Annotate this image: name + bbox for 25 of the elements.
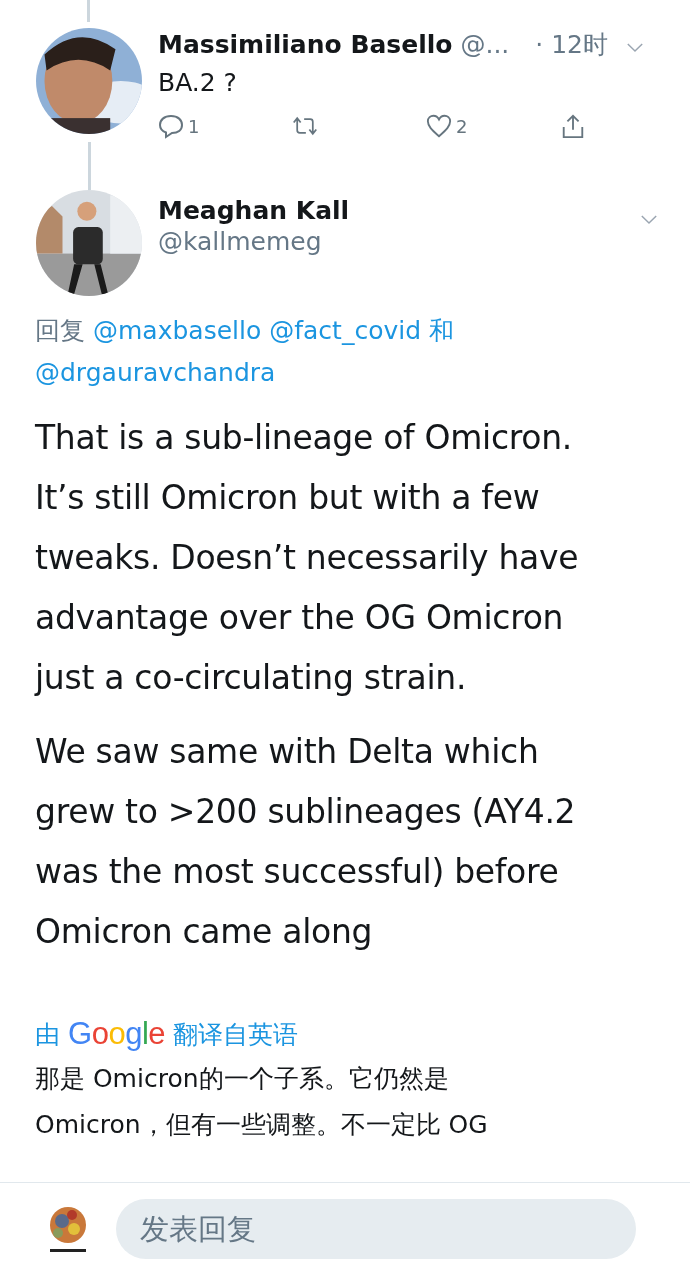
user-name: Meaghan Kall: [158, 196, 350, 225]
translation-label: 翻译自英语: [173, 1018, 298, 1051]
tweet-text: BA.2 ?: [158, 68, 238, 97]
speech-bubble-icon[interactable]: [158, 113, 184, 139]
mention-link[interactable]: @maxbasello: [93, 310, 262, 352]
user-handle: @...: [460, 30, 510, 59]
reply-field[interactable]: 发表回复: [116, 1199, 636, 1259]
user-name: Massimiliano Basello: [158, 30, 453, 59]
share-icon[interactable]: [560, 113, 586, 139]
timestamp: · 12时: [535, 29, 609, 61]
tweet-paragraph: We saw same with Delta which grew to >200 sublineages (AY4.2 was the most successful) before Omicron came along: [35, 731, 577, 953]
translated-text: 那是 Omicron的一个子系。它仍然是 Omicron，但有一些调整。不一定比 OG: [35, 1063, 489, 1141]
chevron-down-icon[interactable]: [626, 42, 645, 53]
tweet-paragraph: That is a sub-lineage of Omicron. It’s still Omicron but with a few tweaks. Doesn’t necessarily have advantage over the OG Omicron just a co-circulating strain.: [35, 417, 580, 699]
conjunction: 和: [429, 315, 455, 347]
action-count: 2: [456, 115, 468, 137]
mention-link[interactable]: @drgauravchandra: [35, 352, 276, 394]
action-count: 1: [188, 115, 200, 137]
user-handle: @kallmemeg: [158, 227, 323, 256]
mention-link[interactable]: @fact_covid: [269, 310, 422, 352]
translation-label: 由: [35, 1018, 60, 1051]
heart-icon[interactable]: [426, 113, 452, 139]
reply-label: 回复: [35, 315, 85, 347]
chevron-down-icon[interactable]: [640, 214, 658, 225]
google-logo: Google: [68, 1016, 165, 1052]
